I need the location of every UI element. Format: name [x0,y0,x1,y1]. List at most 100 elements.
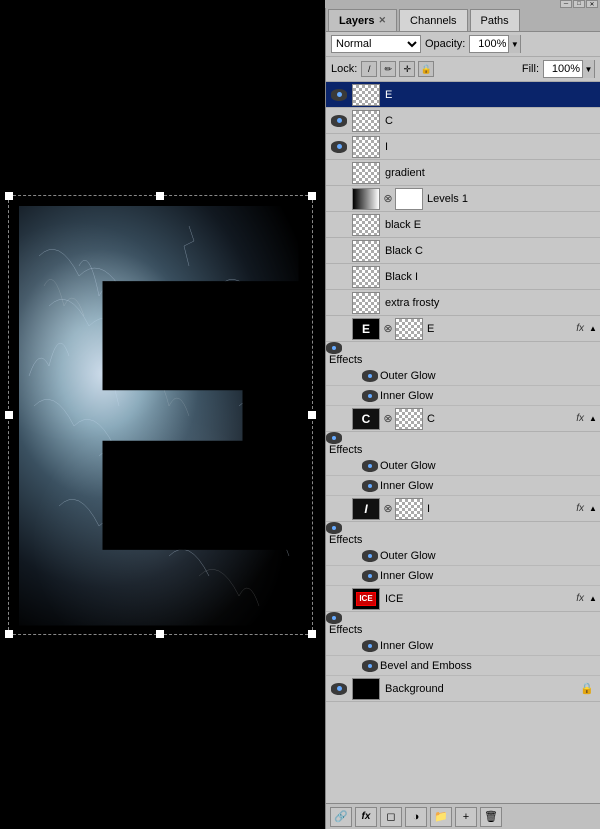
layer-row-background[interactable]: Background 🔒 [326,676,600,702]
eye-I[interactable] [328,141,350,153]
layer-name-E: E [382,89,598,101]
layer-row-BlackI[interactable]: Black I [326,264,600,290]
maximize-button[interactable]: □ [573,0,585,8]
expand-arrow-CGroup[interactable]: ▲ [588,414,598,423]
fill-input[interactable] [544,61,582,77]
layer-name-C: C [382,115,598,127]
blendmode-row: Normal Dissolve Multiply Screen Opacity:… [326,32,600,57]
inner-glow-eye-EGroup[interactable] [362,390,378,402]
lock-pixel-button[interactable]: / [361,61,377,77]
tab-layers-close[interactable]: ✕ [378,15,386,26]
thumb-background [352,678,380,700]
visibility-icon-I [331,141,347,153]
inner-glow-eye-IGroup[interactable] [362,570,378,582]
selection-handle-tl[interactable] [5,192,13,200]
effect-inner-glow-ICE[interactable]: Inner Glow [326,636,600,656]
canvas-area [0,0,320,829]
layer-row-C[interactable]: C [326,108,600,134]
add-effects-button[interactable]: fx [355,807,377,827]
effect-inner-glow-CGroup[interactable]: Inner Glow [326,476,600,496]
selection-handle-tr[interactable] [308,192,316,200]
opacity-input[interactable] [470,36,508,52]
layer-name-BlackI: Black I [382,271,598,283]
effect-bevel-ICE[interactable]: Bevel and Emboss [326,656,600,676]
lock-position-button[interactable]: ✛ [399,61,415,77]
new-layer-button[interactable]: + [455,807,477,827]
create-group-button[interactable]: 📁 [430,807,452,827]
inner-glow-eye-ICE[interactable] [362,640,378,652]
effect-inner-glow-IGroup[interactable]: Inner Glow [326,566,600,586]
effect-inner-glow-EGroup[interactable]: Inner Glow [326,386,600,406]
bevel-eye-ICE[interactable] [362,660,378,672]
effect-eye-ICE[interactable] [326,612,342,624]
effect-eye-CGroup[interactable] [326,432,342,444]
eye-background[interactable] [328,683,350,695]
thumb-ice-ICE: ICE [353,589,379,609]
layers-list[interactable]: E C I gradient ⊗ Levels 1 [326,82,600,803]
layer-row-E[interactable]: E [326,82,600,108]
add-mask-button[interactable]: ◻ [380,807,402,827]
canvas-image [9,196,312,634]
effect-outer-glow-IGroup[interactable]: Outer Glow [326,546,600,566]
thumb-I [352,136,380,158]
effect-eye-IGroup[interactable] [326,522,342,534]
layer-row-I[interactable]: I [326,134,600,160]
link-layers-button[interactable]: 🔗 [330,807,352,827]
selection-handle-mr[interactable] [308,411,316,419]
effect-outer-glow-EGroup[interactable]: Outer Glow [326,366,600,386]
eye-C[interactable] [328,115,350,127]
outer-glow-label-IGroup: Outer Glow [380,550,436,562]
outer-glow-eye-CGroup[interactable] [362,460,378,472]
selection-handle-tm[interactable] [156,192,164,200]
tab-layers[interactable]: Layers ✕ [328,9,397,31]
selection-handle-ml[interactable] [5,411,13,419]
tab-channels[interactable]: Channels [399,9,467,31]
eye-E[interactable] [328,89,350,101]
lock-image-button[interactable]: ✏ [380,61,396,77]
mask-CGroup [395,408,423,430]
expand-arrow-ICE[interactable]: ▲ [588,594,598,603]
tab-layers-label: Layers [339,15,374,27]
layer-row-EGroup[interactable]: E ⊗ E fx ▲ [326,316,600,342]
inner-glow-eye-CGroup[interactable] [362,480,378,492]
expand-arrow-IGroup[interactable]: ▲ [588,504,598,513]
layer-row-CGroup[interactable]: C ⊗ C fx ▲ [326,406,600,432]
add-adjustment-button[interactable]: ◑ [405,807,427,827]
effect-outer-glow-CGroup[interactable]: Outer Glow [326,456,600,476]
selection-handle-bl[interactable] [5,630,13,638]
lock-all-button[interactable]: 🔒 [418,61,434,77]
effect-eye-EGroup[interactable] [326,342,342,354]
thumb-extraFrosty [352,292,380,314]
fill-arrow[interactable]: ▼ [582,60,594,78]
minimize-button[interactable]: ─ [560,0,572,8]
outer-glow-label-CGroup: Outer Glow [380,460,436,472]
expand-arrow-EGroup[interactable]: ▲ [588,324,598,333]
mask-checker-EGroup [396,319,422,339]
fx-badge-CGroup: fx [576,413,584,424]
close-button[interactable]: ✕ [586,0,598,8]
layer-row-IGroup[interactable]: I ⊗ I fx ▲ [326,496,600,522]
opacity-arrow[interactable]: ▼ [508,35,520,53]
thumb-c-black-CGroup: C [353,409,379,429]
visibility-icon-E [331,89,347,101]
selection-handle-br[interactable] [308,630,316,638]
tab-paths[interactable]: Paths [470,9,520,31]
outer-glow-eye-EGroup[interactable] [362,370,378,382]
layer-row-blackE[interactable]: black E [326,212,600,238]
inner-glow-label-ICE: Inner Glow [380,640,433,652]
thumb-BlackC [352,240,380,262]
layer-row-BlackC[interactable]: Black C [326,238,600,264]
thumb-IGroup: I [352,498,380,520]
inner-glow-label-CGroup: Inner Glow [380,480,433,492]
layer-row-extraFrosty[interactable]: extra frosty [326,290,600,316]
layer-row-ICE[interactable]: ICE ICE fx ▲ [326,586,600,612]
tab-paths-label: Paths [481,15,509,27]
chain-icon-EGroup: ⊗ [382,318,394,340]
selection-handle-bm[interactable] [156,630,164,638]
delete-layer-button[interactable]: 🗑 [480,807,502,827]
layer-name-ICE: ICE [382,593,576,605]
outer-glow-eye-IGroup[interactable] [362,550,378,562]
blend-mode-select[interactable]: Normal Dissolve Multiply Screen [331,35,421,53]
layer-row-gradient[interactable]: gradient [326,160,600,186]
layer-row-levels1[interactable]: ⊗ Levels 1 [326,186,600,212]
